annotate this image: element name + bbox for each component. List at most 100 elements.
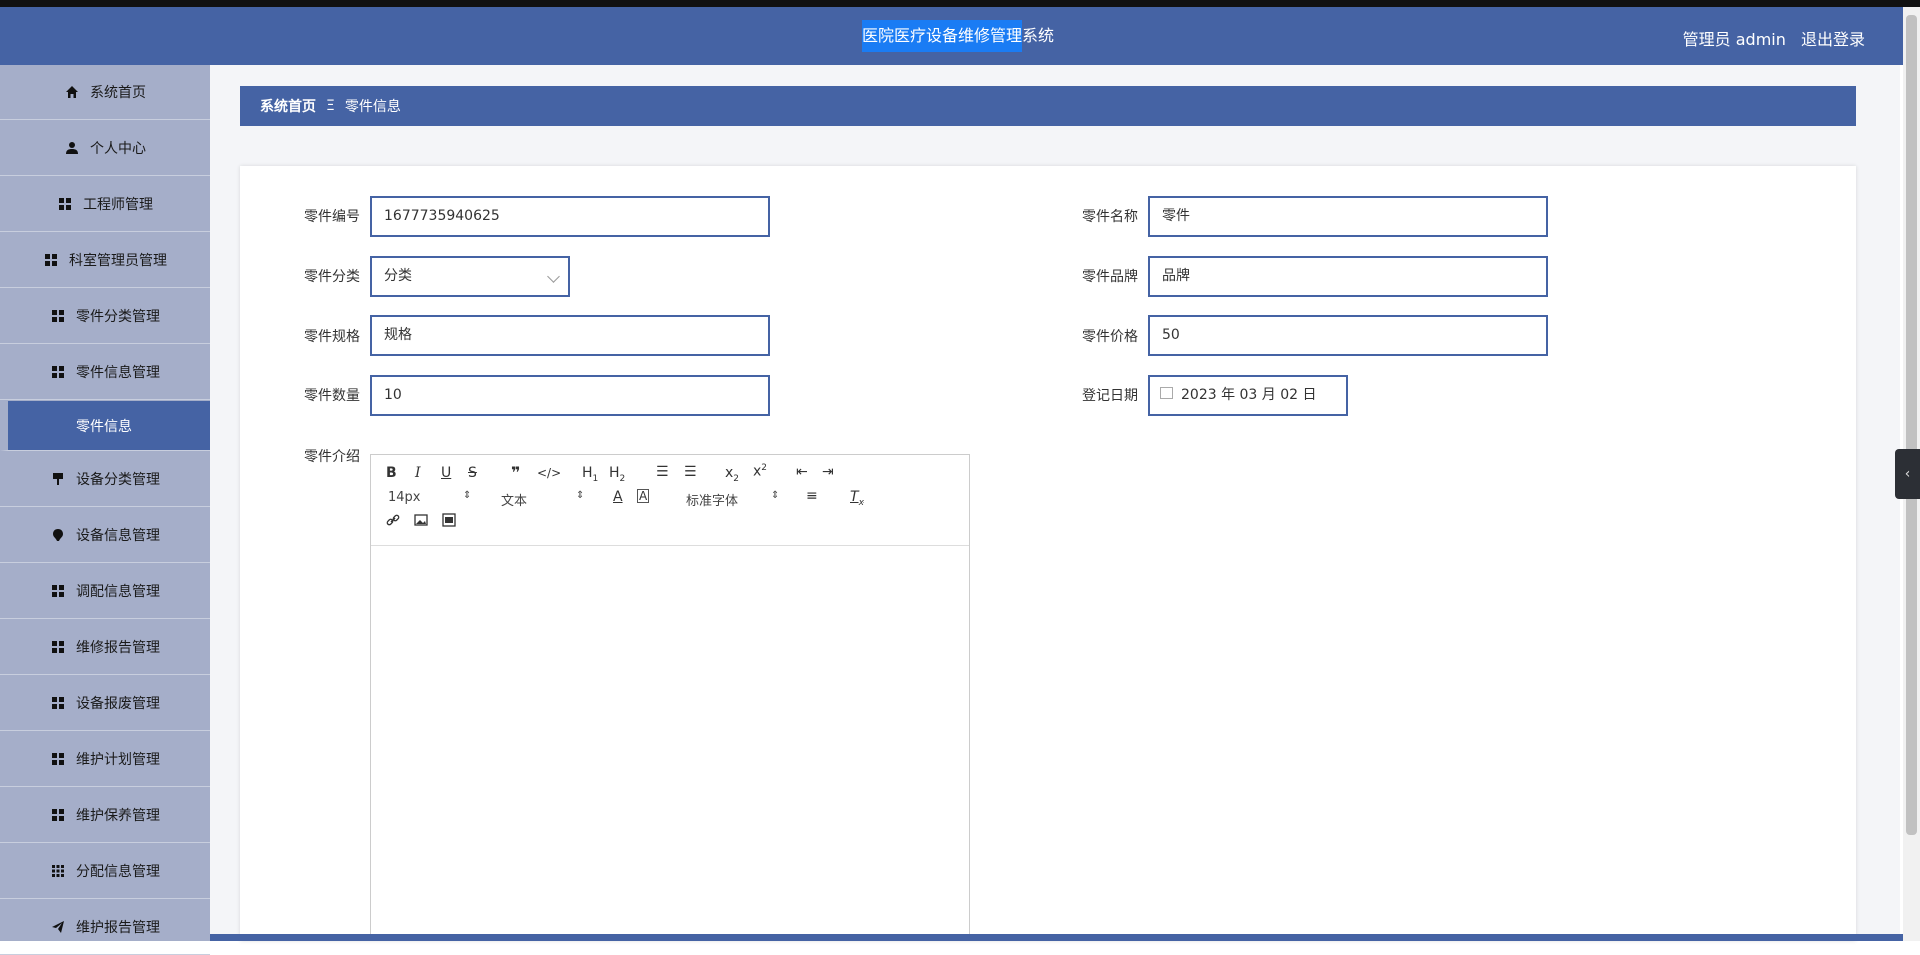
chevron-updown-icon: ⇕ xyxy=(463,490,472,501)
align-icon[interactable]: ≡ xyxy=(806,488,818,504)
link-icon[interactable] xyxy=(386,513,400,531)
grid9-icon xyxy=(50,863,66,879)
qty-label: 零件数量 xyxy=(304,388,360,404)
grid-icon xyxy=(50,583,66,599)
date-value: 2023 年 03 月 02 日 xyxy=(1181,387,1317,403)
sidebar-item-label: 调配信息管理 xyxy=(76,584,160,600)
grid-icon xyxy=(57,196,73,212)
strikethrough-icon[interactable]: S xyxy=(468,465,477,481)
font-size-select[interactable]: 14px xyxy=(388,490,421,505)
date-picker[interactable]: 2023 年 03 月 02 日 xyxy=(1148,375,1348,416)
sidebar-item-label: 零件信息 xyxy=(76,418,132,435)
image-icon[interactable] xyxy=(414,513,428,531)
grid-icon xyxy=(50,751,66,767)
date-label: 登记日期 xyxy=(1082,388,1138,404)
sidebar-item-device-info[interactable]: 设备信息管理 xyxy=(0,508,210,563)
sidebar-item-label: 设备信息管理 xyxy=(76,528,160,544)
collapse-panel-button[interactable]: ‹ xyxy=(1895,449,1920,499)
code-block-icon[interactable]: </> xyxy=(537,466,561,480)
grid-icon xyxy=(43,252,59,268)
grid-icon xyxy=(50,639,66,655)
stamp-icon xyxy=(50,471,66,487)
sidebar-item-profile[interactable]: 个人中心 xyxy=(0,121,210,176)
sidebar-item-label: 设备分类管理 xyxy=(76,472,160,488)
grid-icon xyxy=(50,807,66,823)
sidebar-item-label: 系统首页 xyxy=(90,85,146,101)
category-select-value: 分类 xyxy=(384,268,412,284)
bold-icon[interactable]: B xyxy=(386,465,397,481)
intro-label: 零件介绍 xyxy=(304,449,360,465)
editor-toolbar: B I U S ❞ </> H1 H2 ☰ ☰ x2 x2 ⇤ ⇥ 14px ⇕… xyxy=(371,455,969,546)
part-no-input[interactable]: 1677735940625 xyxy=(370,196,770,237)
chevron-left-icon: ‹ xyxy=(1904,466,1911,482)
bullet-list-icon[interactable]: ☰ xyxy=(684,464,697,480)
sidebar-item-allocation[interactable]: 调配信息管理 xyxy=(0,564,210,619)
spec-label: 零件规格 xyxy=(304,329,360,345)
sidebar-subitem-part-info[interactable]: 零件信息 xyxy=(0,401,210,451)
outdent-icon[interactable]: ⇤ xyxy=(796,464,808,480)
home-icon xyxy=(64,84,80,100)
category-label: 零件分类 xyxy=(304,269,360,285)
italic-icon[interactable]: I xyxy=(415,465,421,481)
subscript-icon[interactable]: x2 xyxy=(725,465,739,484)
app-header: 医院医疗设备维修管理系统 管理员 admin 退出登录 xyxy=(0,7,1903,65)
clear-format-icon[interactable]: Tx xyxy=(850,489,864,508)
breadcrumb-home[interactable]: 系统首页 xyxy=(260,96,316,116)
heading2-icon[interactable]: H2 xyxy=(609,465,625,484)
bottom-bar xyxy=(210,934,1903,941)
video-icon[interactable] xyxy=(442,513,456,531)
spec-input[interactable]: 规格 xyxy=(370,315,770,356)
blockquote-icon[interactable]: ❞ xyxy=(511,463,520,482)
font-family-select[interactable]: 标准字体 xyxy=(686,490,738,509)
qty-input[interactable]: 10 xyxy=(370,375,770,416)
sidebar-item-maintenance[interactable]: 维护保养管理 xyxy=(0,788,210,843)
price-input[interactable]: 50 xyxy=(1148,315,1548,356)
sidebar-item-label: 零件信息管理 xyxy=(76,365,160,381)
app-title-rest: 系统 xyxy=(1022,26,1055,45)
sidebar-item-device-categories[interactable]: 设备分类管理 xyxy=(0,452,210,507)
editor-content-area[interactable] xyxy=(371,546,969,940)
grid-icon xyxy=(50,308,66,324)
indent-icon[interactable]: ⇥ xyxy=(822,464,834,480)
part-name-label: 零件名称 xyxy=(1082,209,1138,225)
sidebar-item-label: 工程师管理 xyxy=(83,197,153,213)
sidebar-item-maintenance-plan[interactable]: 维护计划管理 xyxy=(0,732,210,787)
sidebar-item-label: 维护计划管理 xyxy=(76,752,160,768)
part-name-input[interactable]: 零件 xyxy=(1148,196,1548,237)
underline-icon[interactable]: U xyxy=(441,465,451,481)
category-select[interactable]: 分类 xyxy=(370,256,570,297)
sidebar-item-repair-reports[interactable]: 维修报告管理 xyxy=(0,620,210,675)
breadcrumb-current: 零件信息 xyxy=(344,99,401,115)
user-label: 管理员 admin xyxy=(1682,30,1786,49)
chevron-updown-icon: ⇕ xyxy=(771,490,780,501)
scrollbar-thumb[interactable] xyxy=(1906,15,1917,835)
sidebar-item-scrap[interactable]: 设备报废管理 xyxy=(0,676,210,731)
paragraph-select[interactable]: 文本 xyxy=(501,490,527,509)
brand-label: 零件品牌 xyxy=(1082,269,1138,285)
sidebar: 系统首页 个人中心 工程师管理 科室管理员管理 零件分类管理 零件信息管理 零件… xyxy=(0,65,210,955)
sidebar-item-part-categories[interactable]: 零件分类管理 xyxy=(0,289,210,344)
logout-link[interactable]: 退出登录 xyxy=(1801,30,1865,49)
breadcrumb-separator: Ξ xyxy=(326,98,335,114)
sidebar-item-part-info-mgmt[interactable]: 零件信息管理 xyxy=(0,345,210,400)
ordered-list-icon[interactable]: ☰ xyxy=(656,464,669,480)
user-icon xyxy=(64,140,80,156)
font-color-icon[interactable]: A xyxy=(613,489,623,505)
sidebar-item-dept-admins[interactable]: 科室管理员管理 xyxy=(0,233,210,288)
chevron-down-icon xyxy=(547,270,560,283)
heading1-icon[interactable]: H1 xyxy=(582,465,598,484)
background-color-icon[interactable]: A xyxy=(637,489,650,503)
sidebar-item-engineers[interactable]: 工程师管理 xyxy=(0,177,210,232)
app-title-highlight: 医院医疗设备维修管理 xyxy=(862,20,1023,52)
sidebar-item-maintenance-reports[interactable]: 维护报告管理 xyxy=(0,900,210,955)
top-strip xyxy=(0,0,1920,7)
grid-icon xyxy=(50,364,66,380)
brand-input[interactable]: 品牌 xyxy=(1148,256,1548,297)
sidebar-item-label: 分配信息管理 xyxy=(76,864,160,880)
sidebar-item-home[interactable]: 系统首页 xyxy=(0,65,210,120)
rich-text-editor: B I U S ❞ </> H1 H2 ☰ ☰ x2 x2 ⇤ ⇥ 14px ⇕… xyxy=(370,454,970,941)
superscript-icon[interactable]: x2 xyxy=(753,463,767,480)
part-no-label: 零件编号 xyxy=(304,209,360,225)
sidebar-item-assignment[interactable]: 分配信息管理 xyxy=(0,844,210,899)
calendar-icon xyxy=(1160,387,1173,399)
